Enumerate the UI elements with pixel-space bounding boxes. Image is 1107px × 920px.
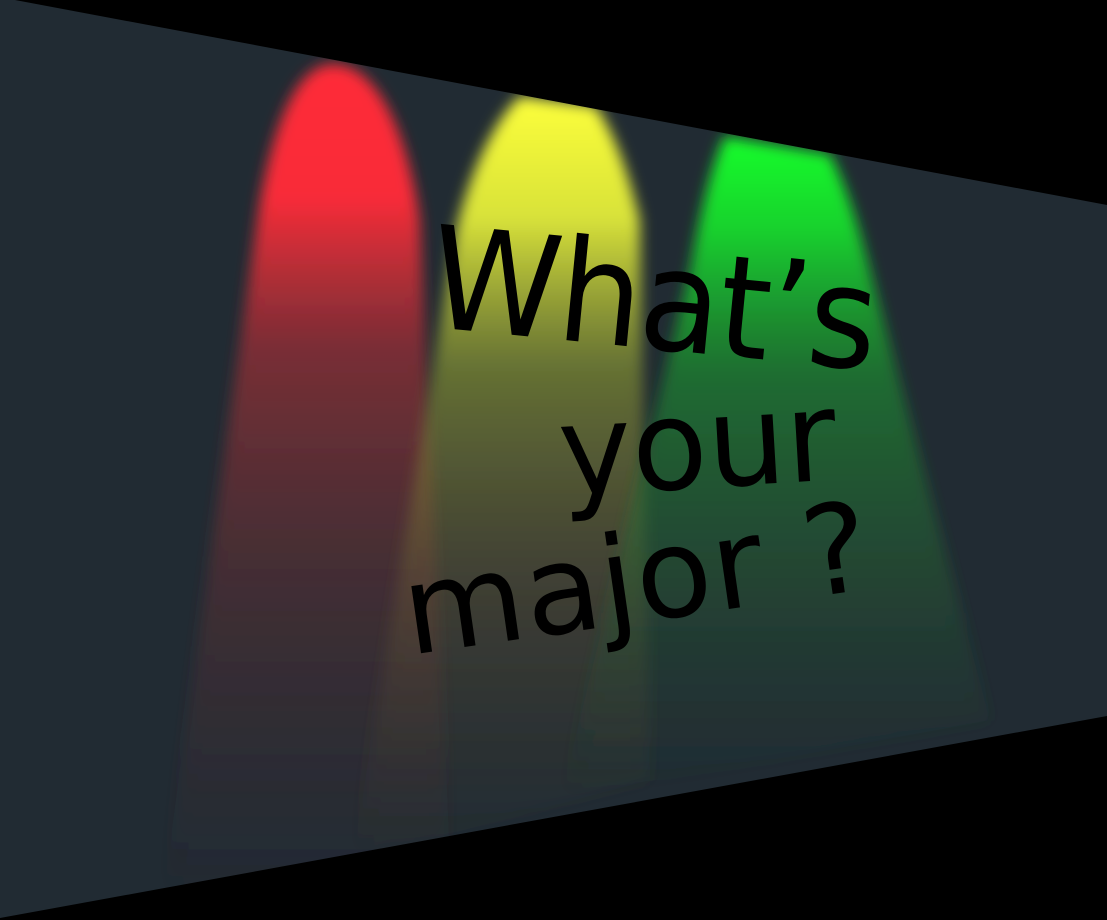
stage-scene <box>0 0 1107 920</box>
